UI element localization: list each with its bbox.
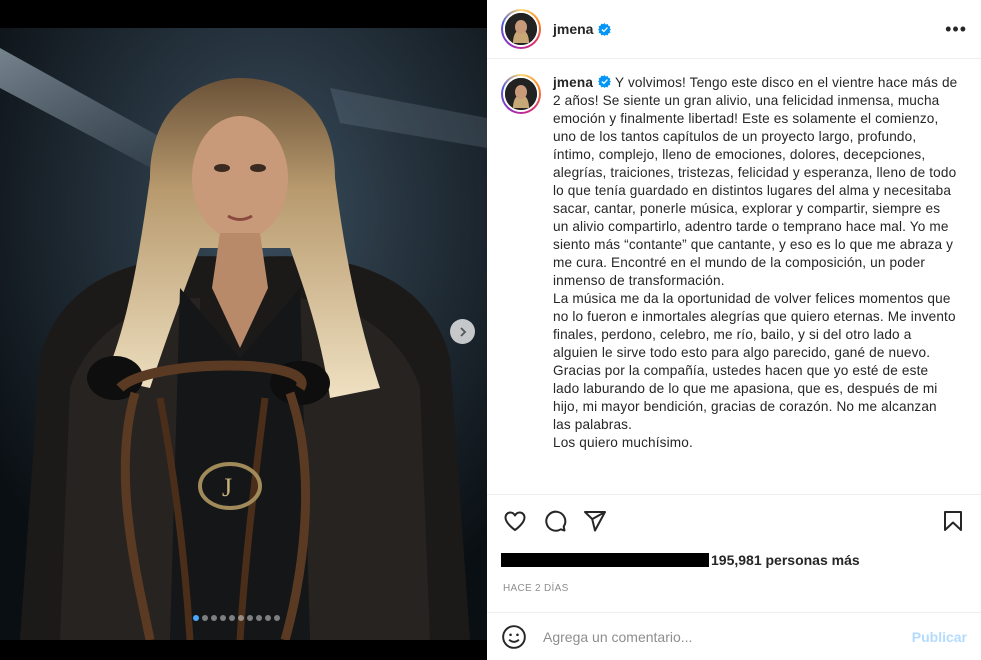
post-timestamp[interactable]: HACE 2 DÍAS [503, 583, 569, 594]
post-actions: 195,981 personas más HACE 2 DÍAS [487, 494, 981, 612]
post-details-panel: jmena ••• jmena Y volvimos! Tengo este d… [487, 0, 981, 660]
redacted-likers [501, 553, 709, 567]
carousel-next-button[interactable] [450, 319, 475, 344]
caption-avatar[interactable] [501, 74, 541, 114]
instagram-post-modal: J jmena ••• jmena Y volvimos! Tengo este… [0, 0, 981, 660]
caption-paragraph-text: Y volvimos! Tengo este disco en el vient… [553, 75, 958, 288]
heart-icon[interactable] [503, 509, 527, 533]
caption-area: jmena Y volvimos! Tengo este disco en el … [487, 60, 981, 494]
carousel-dot [256, 615, 262, 621]
chevron-right-icon [459, 326, 466, 337]
share-icon[interactable] [583, 509, 607, 533]
caption-paragraph: La música me da la oportunidad de volver… [553, 291, 956, 360]
caption-paragraph: Gracias por la compañía, ustedes hacen q… [553, 363, 938, 432]
carousel-dot [193, 615, 199, 621]
post-media: J [0, 0, 487, 660]
carousel-dot [247, 615, 253, 621]
carousel-dot [229, 615, 235, 621]
avatar-image [505, 13, 537, 45]
carousel-dot [274, 615, 280, 621]
carousel-dot [220, 615, 226, 621]
avatar-image [505, 78, 537, 110]
likes-summary[interactable]: 195,981 personas más [501, 552, 860, 568]
carousel-dot [211, 615, 217, 621]
caption-text: jmena Y volvimos! Tengo este disco en el … [553, 74, 958, 452]
carousel-indicator [193, 615, 280, 621]
bookmark-icon[interactable] [941, 509, 965, 533]
likes-count[interactable]: 195,981 personas más [711, 552, 860, 568]
post-photo: J [0, 28, 487, 640]
carousel-dot [265, 615, 271, 621]
comment-icon[interactable] [543, 509, 567, 533]
caption-username[interactable]: jmena [553, 75, 593, 90]
caption-paragraph: jmena Y volvimos! Tengo este disco en el … [553, 74, 958, 290]
verified-badge-icon [598, 22, 612, 36]
more-options-icon[interactable]: ••• [945, 20, 967, 38]
emoji-icon[interactable] [501, 624, 527, 650]
comment-input[interactable] [543, 628, 912, 645]
publish-button[interactable]: Publicar [912, 629, 967, 645]
post-author-username[interactable]: jmena [553, 21, 593, 37]
carousel-dot [202, 615, 208, 621]
svg-text:J: J [222, 473, 232, 502]
avatar[interactable] [501, 9, 541, 49]
comment-composer: Publicar [487, 612, 981, 660]
verified-badge-icon [598, 75, 612, 88]
carousel-dot [238, 615, 244, 621]
post-header: jmena ••• [487, 0, 981, 59]
caption-paragraph: Los quiero muchísimo. [553, 435, 693, 450]
